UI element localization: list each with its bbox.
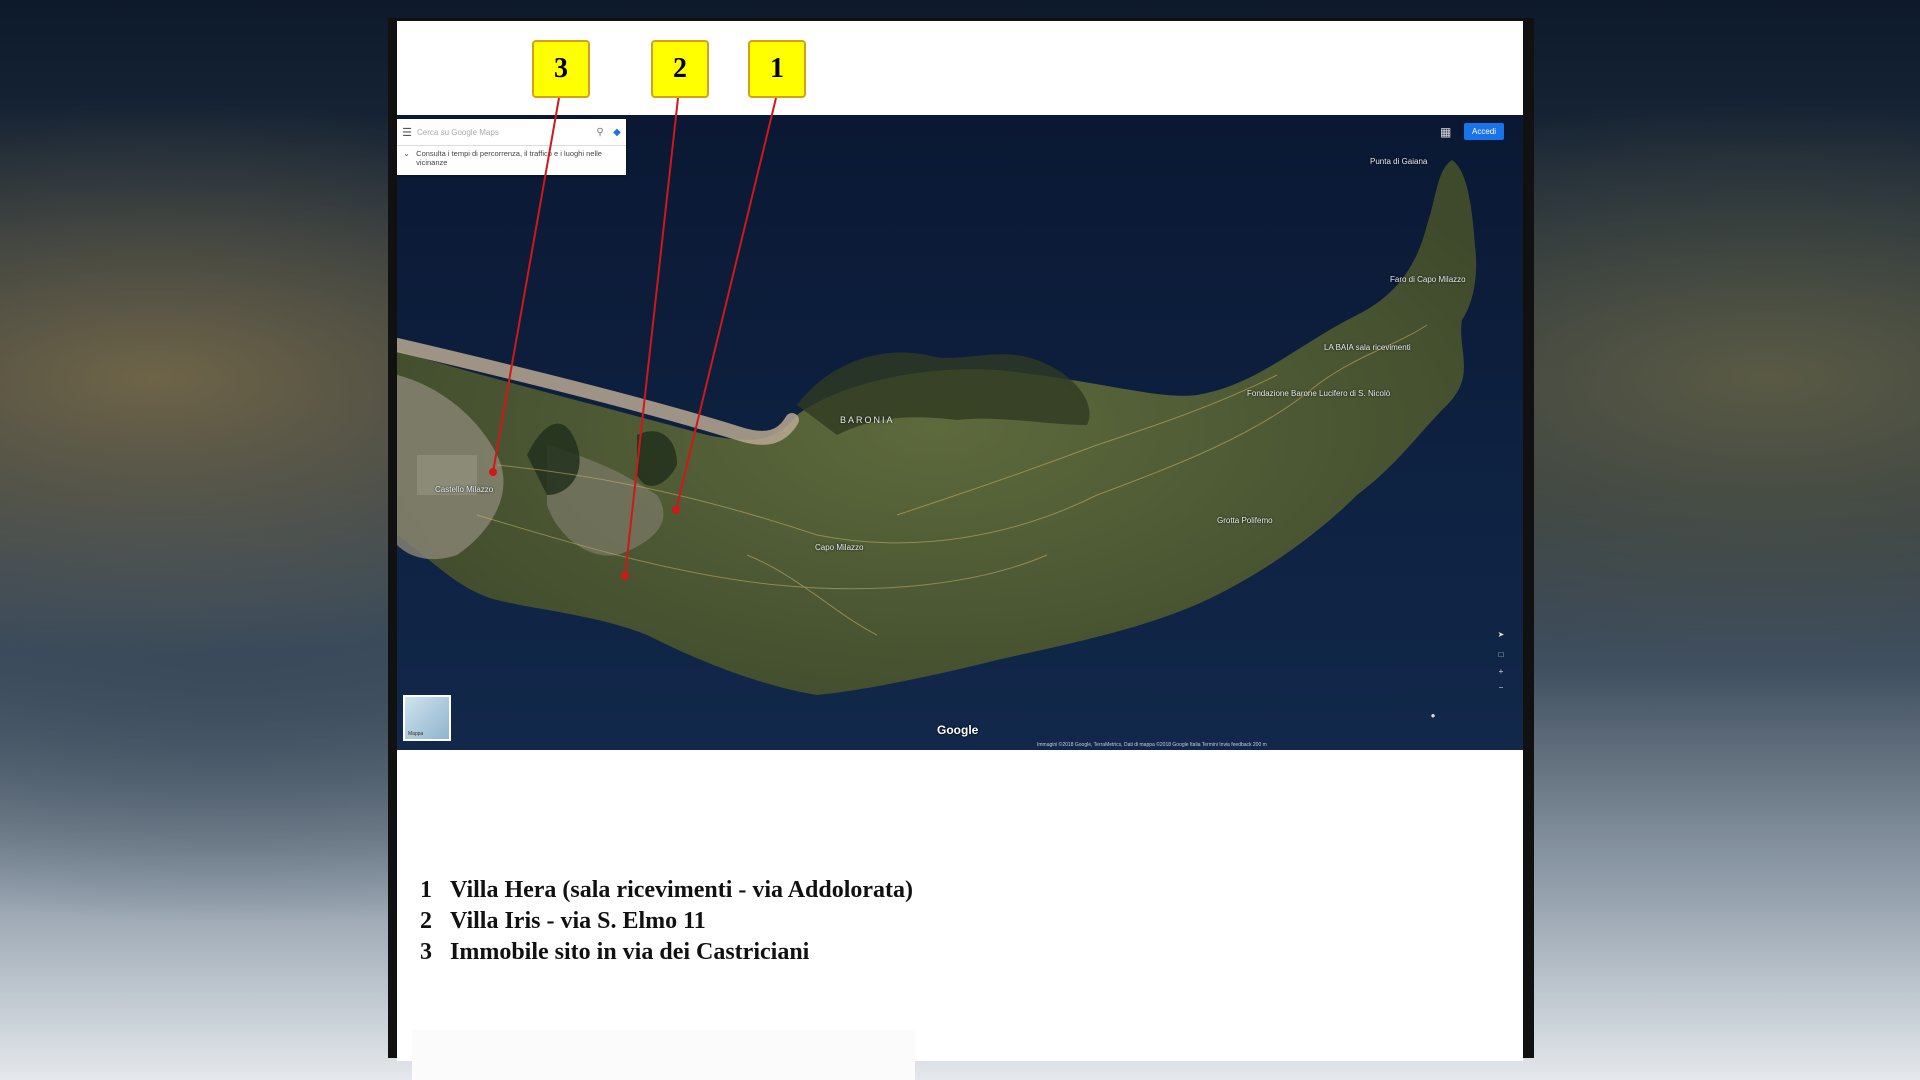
marker-3 [489, 468, 497, 476]
callout-3: 3 [532, 40, 590, 98]
pointer-3 [492, 97, 560, 473]
pointer-1 [675, 97, 777, 511]
marker-1 [672, 506, 680, 514]
pointer-2 [624, 97, 679, 577]
legend-text: Villa Hera (sala ricevimenti - via Addol… [450, 877, 914, 903]
legend-number: 3 [420, 939, 432, 965]
marker-2 [621, 572, 629, 580]
callout-1: 1 [748, 40, 806, 98]
legend-text: Villa Iris - via S. Elmo 11 [450, 908, 706, 934]
legend-text: Immobile sito in via dei Castriciani [450, 939, 810, 965]
callout-2: 2 [651, 40, 709, 98]
legend-item: 3 Immobile sito in via dei Castriciani [420, 937, 913, 968]
legend-number: 2 [420, 908, 432, 934]
paper-edge [412, 1030, 915, 1080]
legend-item: 2 Villa Iris - via S. Elmo 11 [420, 906, 913, 937]
legend-item: 1 Villa Hera (sala ricevimenti - via Add… [420, 875, 913, 906]
legend-number: 1 [420, 877, 432, 903]
callout-pointers [489, 97, 777, 580]
legend: 1 Villa Hera (sala ricevimenti - via Add… [420, 875, 913, 968]
